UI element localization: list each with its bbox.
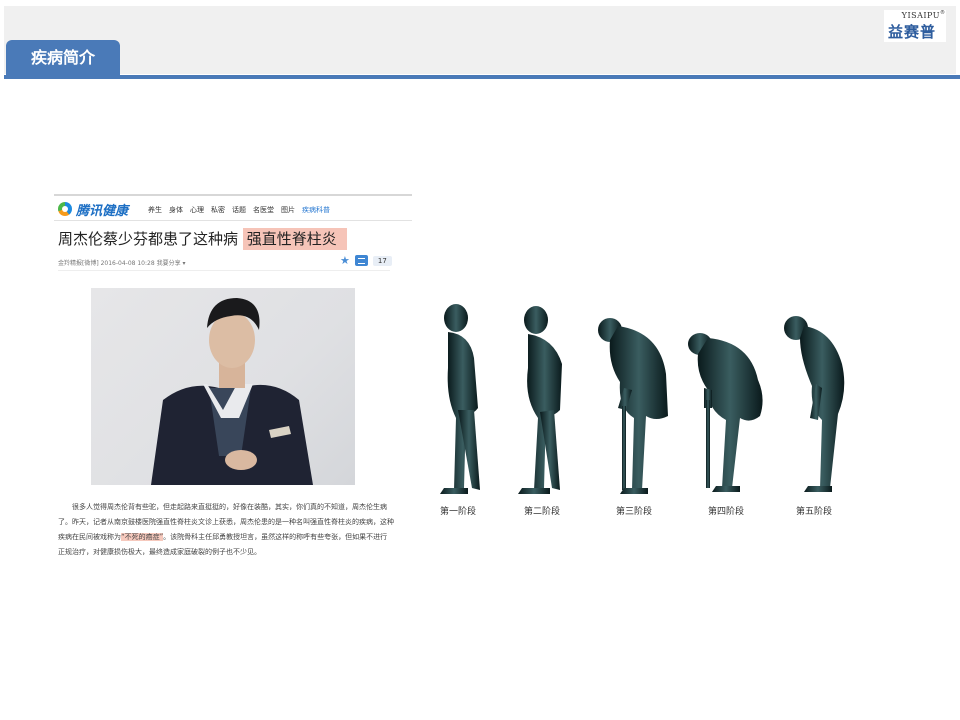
star-icon[interactable]: ★ [340, 254, 350, 267]
comment-icon[interactable] [354, 255, 368, 266]
comment-count: 17 [372, 255, 392, 266]
article-body: 很多人觉得周杰伦背有些驼，但走起路来直挺挺的，好像在装酷，其实，你们真的不知道，… [58, 500, 394, 560]
stage-5-figure [784, 316, 845, 492]
nav-item[interactable]: 身体 [169, 205, 183, 215]
disease-stages-figure: 第一阶段 第二阶段 第三阶段 第四阶段 第五阶段 [428, 298, 868, 528]
site-bar: 腾讯健康 养生 身体 心理 私密 话题 名医堂 图片 疾病科普 [54, 194, 412, 221]
stage-label-5: 第五阶段 [795, 507, 832, 517]
nav-item[interactable]: 名医堂 [253, 205, 274, 215]
nav-item[interactable]: 私密 [211, 205, 225, 215]
body-highlight: “不死的癌症” [121, 533, 164, 541]
stage-label-4: 第四阶段 [707, 507, 744, 517]
nav-item[interactable]: 话题 [232, 205, 246, 215]
stage-label-2: 第二阶段 [523, 507, 560, 517]
site-nav: 养生 身体 心理 私密 话题 名医堂 图片 疾病科普 [148, 205, 330, 215]
nav-item[interactable]: 心理 [190, 205, 204, 215]
logo-chinese: 益赛普 [888, 23, 937, 41]
nav-item[interactable]: 养生 [148, 205, 162, 215]
stage-1-figure [440, 304, 480, 494]
headline-text: 周杰伦蔡少芬都患了这种病 [58, 230, 243, 248]
article-screenshot: 腾讯健康 养生 身体 心理 私密 话题 名医堂 图片 疾病科普 周杰伦蔡少芬都患… [54, 194, 412, 584]
article-headline: 周杰伦蔡少芬都患了这种病 强直性脊柱炎 [58, 228, 347, 250]
stage-label-3: 第三阶段 [615, 507, 652, 517]
stages-illustration [440, 304, 845, 494]
header-divider [4, 75, 960, 79]
headline-highlight: 强直性脊柱炎 [242, 228, 347, 250]
site-logo-icon [58, 202, 72, 216]
stage-3-figure [598, 318, 668, 494]
section-title-tab: 疾病简介 [6, 40, 120, 76]
meta-divider [58, 270, 390, 271]
logo-english: YISAIPU [901, 11, 940, 20]
article-actions: ★ 17 [340, 254, 392, 267]
site-name: 腾讯健康 [76, 204, 129, 219]
nav-item[interactable]: 图片 [281, 205, 295, 215]
stage-4-figure [688, 333, 763, 492]
article-meta: 金羚精报[微博] 2016-04-08 10:28 我要分享 ▾ [58, 260, 186, 267]
company-logo: YISAIPU ® 益赛普 [884, 10, 946, 42]
stage-label-1: 第一阶段 [439, 507, 476, 517]
header-band [4, 6, 956, 74]
stage-2-figure [518, 306, 562, 494]
nav-item-active[interactable]: 疾病科普 [302, 205, 330, 215]
article-photo [91, 288, 355, 485]
